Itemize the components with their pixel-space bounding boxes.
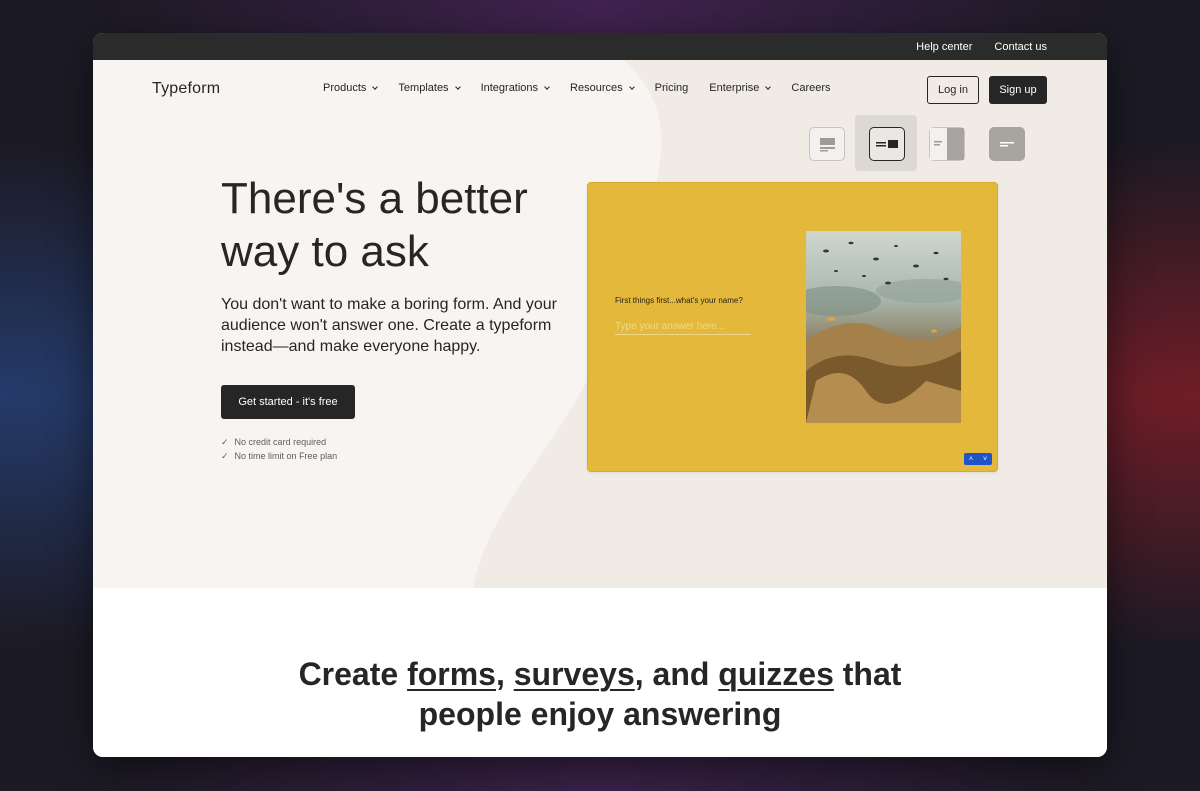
nav-item-label: Templates: [398, 82, 449, 94]
layout-stack-button[interactable]: [809, 127, 845, 161]
forms-link[interactable]: forms: [407, 656, 496, 692]
list-item: ✓ No time limit on Free plan: [221, 449, 337, 463]
form-question: First things first...what's your name?: [615, 296, 743, 305]
layout-split-button[interactable]: [869, 127, 905, 161]
main-nav: Typeform Products Templates Integrations…: [93, 60, 1107, 118]
layout-float-right-button[interactable]: [929, 127, 965, 161]
chevron-up-icon[interactable]: ˄: [964, 453, 978, 465]
check-label: No credit card required: [234, 437, 327, 447]
signup-button[interactable]: Sign up: [989, 76, 1047, 104]
layout-float-right-icon: [930, 128, 964, 160]
chevron-down-icon[interactable]: ˅: [978, 453, 992, 465]
nav-item-products[interactable]: Products: [323, 82, 379, 94]
heading-text: , and: [634, 656, 719, 692]
nav-item-enterprise[interactable]: Enterprise: [709, 82, 772, 94]
chevron-down-icon: [765, 83, 772, 90]
chevron-down-icon: [628, 83, 635, 90]
hero-checklist: ✓ No credit card required ✓ No time limi…: [221, 435, 337, 463]
layout-stack-icon: [820, 138, 835, 152]
layout-split-icon: [876, 140, 898, 148]
contact-us-link[interactable]: Contact us: [994, 41, 1047, 53]
nav-item-label: Pricing: [654, 82, 689, 94]
coral-reef-image: [806, 231, 961, 423]
layout-switcher: [809, 115, 1029, 173]
features-section: Create forms, surveys, and quizzes that …: [93, 588, 1107, 757]
nav-item-label: Careers: [791, 82, 831, 94]
form-preview: First things first...what's your name? T…: [587, 182, 998, 472]
layout-wallpaper-button[interactable]: [989, 127, 1025, 161]
chevron-down-icon: [454, 83, 461, 90]
check-label: No time limit on Free plan: [234, 451, 338, 461]
hero-title: There's a better way to ask: [221, 174, 528, 276]
nav-item-resources[interactable]: Resources: [570, 82, 635, 94]
checkmark-icon: ✓: [221, 451, 229, 461]
nav-item-pricing[interactable]: Pricing: [655, 82, 689, 94]
nav-item-integrations[interactable]: Integrations: [480, 82, 550, 94]
surveys-link[interactable]: surveys: [514, 656, 635, 692]
typeform-logo[interactable]: Typeform: [152, 80, 220, 98]
heading-text: people enjoy answering: [418, 696, 782, 732]
login-button[interactable]: Log in: [927, 76, 979, 104]
help-center-link[interactable]: Help center: [916, 41, 972, 53]
nav-item-label: Products: [323, 82, 367, 94]
nav-item-label: Enterprise: [709, 82, 760, 94]
hero-subtitle: You don't want to make a boring form. An…: [221, 296, 557, 355]
hero-section: Typeform Products Templates Integrations…: [93, 60, 1107, 588]
nav-item-careers[interactable]: Careers: [791, 82, 830, 94]
nav-item-label: Integrations: [480, 82, 539, 94]
nav-item-templates[interactable]: Templates: [398, 82, 461, 94]
form-nav-buttons: ˄ ˅: [964, 453, 992, 465]
browser-window: Help center Contact us Typeform Products…: [93, 33, 1107, 757]
chevron-down-icon: [544, 83, 550, 90]
nav-menu: Products Templates Integrations Resource…: [323, 82, 852, 94]
chevron-down-icon: [372, 83, 379, 90]
heading-text: ,: [495, 656, 514, 692]
utility-bar: Help center Contact us: [93, 33, 1107, 60]
list-item: ✓ No credit card required: [221, 435, 337, 449]
form-answer-input[interactable]: [615, 319, 751, 335]
get-started-button[interactable]: Get started - it's free: [221, 385, 355, 419]
heading-text: that: [833, 656, 902, 692]
checkmark-icon: ✓: [221, 437, 229, 447]
heading-text: Create: [298, 656, 408, 692]
layout-wallpaper-icon: [1000, 142, 1014, 147]
section-heading: Create forms, surveys, and quizzes that …: [93, 654, 1107, 734]
coral-reef-illustration: [806, 231, 961, 423]
quizzes-link[interactable]: quizzes: [718, 656, 834, 692]
nav-item-label: Resources: [570, 82, 623, 94]
